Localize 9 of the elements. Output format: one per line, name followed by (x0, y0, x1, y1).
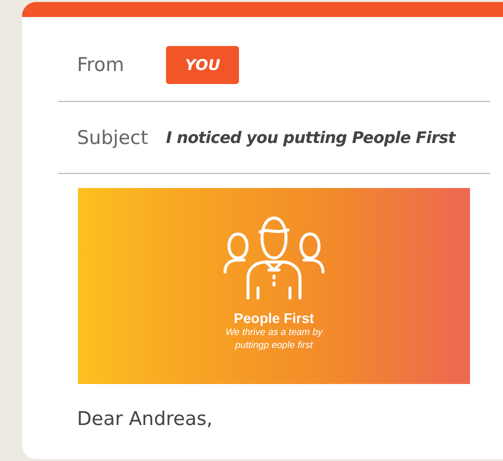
sender-tag: YOU (166, 46, 240, 84)
greeting-text: Dear Andreas, (77, 408, 214, 430)
banner-tagline: puttingp eople first (235, 339, 313, 352)
banner-tagline: We thrive as a team by (226, 326, 322, 339)
subject-label: Subject (77, 126, 150, 148)
banner-title: People First (234, 310, 314, 326)
subject-text: I noticed you putting People First (166, 128, 456, 147)
team-icon (222, 214, 326, 300)
from-label: From (77, 54, 126, 76)
